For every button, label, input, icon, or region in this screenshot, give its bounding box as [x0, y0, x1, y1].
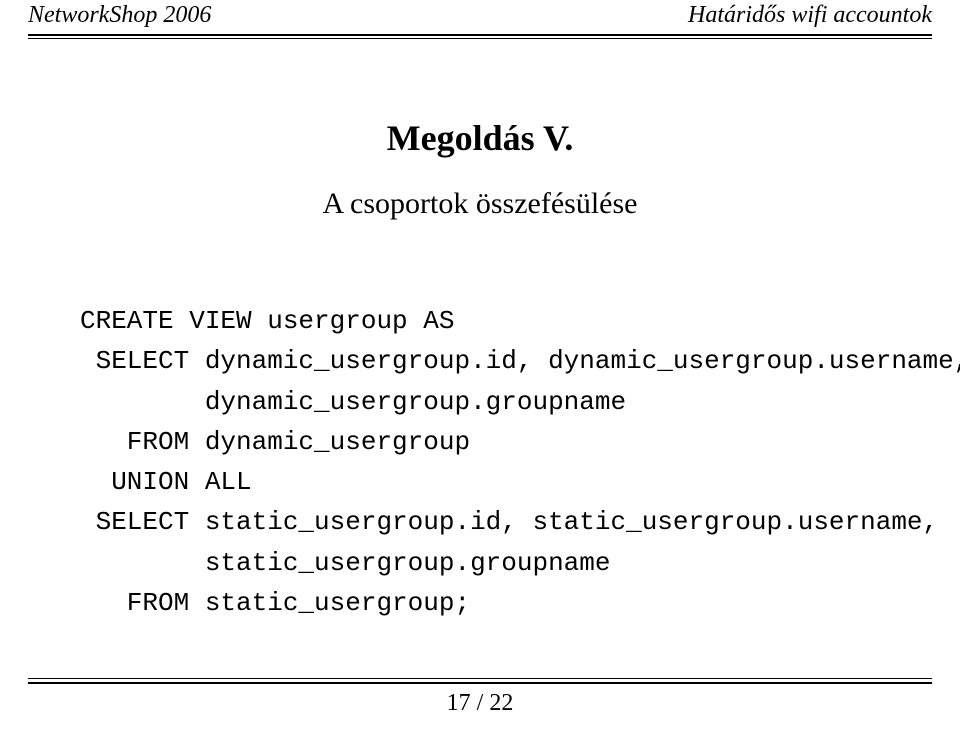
sql-code-block: CREATE VIEW usergroup AS SELECT dynamic_… — [0, 301, 960, 623]
page: NetworkShop 2006 Határidős wifi accounto… — [0, 0, 960, 755]
header-rule-thick — [28, 34, 932, 36]
footer: 17 / 22 — [28, 678, 932, 717]
header-left: NetworkShop 2006 — [28, 2, 211, 29]
code-line: SELECT static_usergroup.id, static_userg… — [80, 507, 938, 537]
code-line: CREATE VIEW usergroup AS — [80, 306, 454, 336]
header: NetworkShop 2006 Határidős wifi accounto… — [0, 0, 960, 29]
code-line: FROM dynamic_usergroup — [80, 427, 470, 457]
code-line: UNION ALL — [80, 467, 252, 497]
footer-rule-thick — [28, 682, 932, 684]
footer-rule-thin — [28, 678, 932, 679]
code-line: dynamic_usergroup.groupname — [80, 387, 626, 417]
header-rule-thin — [28, 38, 932, 39]
page-number: 17 / 22 — [28, 690, 932, 717]
code-line: SELECT dynamic_usergroup.id, dynamic_use… — [80, 346, 960, 376]
header-right: Határidős wifi accountok — [688, 2, 932, 29]
code-line: static_usergroup.groupname — [80, 548, 611, 578]
code-line: FROM static_usergroup; — [80, 588, 470, 618]
page-title: Megoldás V. — [0, 117, 960, 159]
page-subtitle: A csoportok összefésülése — [0, 187, 960, 221]
